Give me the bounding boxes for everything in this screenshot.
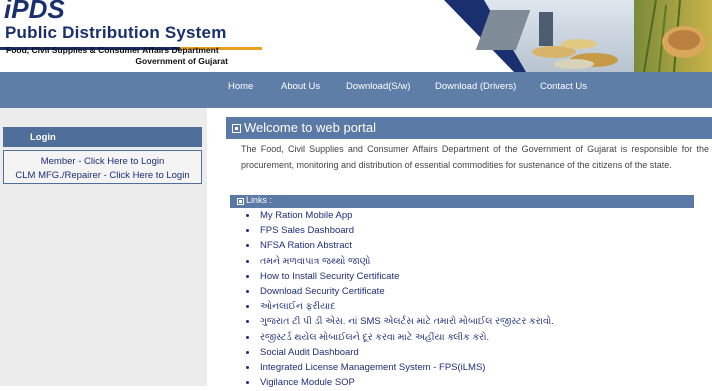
link-vigilance-sop[interactable]: Vigilance Module SOP [260, 377, 355, 388]
nav-home[interactable]: Home [228, 81, 253, 92]
login-heading: Login [30, 132, 56, 143]
login-panel-header: Login [3, 127, 202, 147]
link-install-certificate[interactable]: How to Install Security Certificate [260, 271, 399, 282]
link-fps-sales-dashboard[interactable]: FPS Sales Dashboard [260, 225, 354, 236]
bullet-square-icon [232, 124, 241, 133]
main-navigation: Home About Us Download(S/w) Download (Dr… [0, 72, 712, 108]
link-ilms[interactable]: Integrated License Management System - F… [260, 362, 485, 373]
link-social-audit-dashboard[interactable]: Social Audit Dashboard [260, 347, 359, 358]
link-my-ration-app[interactable]: My Ration Mobile App [260, 210, 352, 221]
nav-download-software[interactable]: Download(S/w) [346, 81, 410, 92]
header-banner-image [444, 0, 712, 72]
government-name: Government of Gujarat [135, 56, 228, 66]
welcome-heading-bar: Welcome to web portal [226, 117, 712, 139]
site-header: iPDS Public Distribution System Food, Ci… [0, 0, 712, 72]
nav-about-us[interactable]: About Us [281, 81, 320, 92]
link-download-certificate[interactable]: Download Security Certificate [260, 286, 385, 297]
login-links-box: Member - Click Here to Login CLM MFG./Re… [3, 150, 202, 184]
site-title: Public Distribution System [5, 23, 227, 42]
nav-contact-us[interactable]: Contact Us [540, 81, 587, 92]
department-name: Food, Civil Supplies & Consumer Affairs … [6, 45, 219, 55]
ipds-logo: iPDS [4, 0, 65, 22]
logo-text: iPDS [4, 0, 65, 22]
welcome-heading: Welcome to web portal [244, 120, 376, 135]
links-heading: Links : [246, 195, 273, 205]
link-know-entitlement[interactable]: તમને મળવાપાત્ર જથ્થો જાણો [260, 256, 370, 267]
nav-download-drivers[interactable]: Download (Drivers) [435, 81, 516, 92]
link-nfsa-ration-abstract[interactable]: NFSA Ration Abstract [260, 240, 352, 251]
link-sms-alert-register[interactable]: ગુજરાત ટી પી ડી એસ. નાં SMS એલર્ટસ માટે … [260, 316, 554, 327]
clm-login-link[interactable]: CLM MFG./Repairer - Click Here to Login [4, 170, 201, 181]
link-online-complaint[interactable]: ઓનલાઈન ફરીયાદ [260, 301, 336, 312]
intro-paragraph: The Food, Civil Supplies and Consumer Af… [241, 144, 709, 170]
links-heading-bar: Links : [230, 195, 694, 208]
member-login-link[interactable]: Member - Click Here to Login [4, 156, 201, 167]
link-remove-mobile[interactable]: રજીસ્ટર્ડ થયેલ મોબાઈલને દૂર કરવા માટે અહ… [260, 332, 489, 343]
bullet-square-icon [237, 198, 244, 205]
